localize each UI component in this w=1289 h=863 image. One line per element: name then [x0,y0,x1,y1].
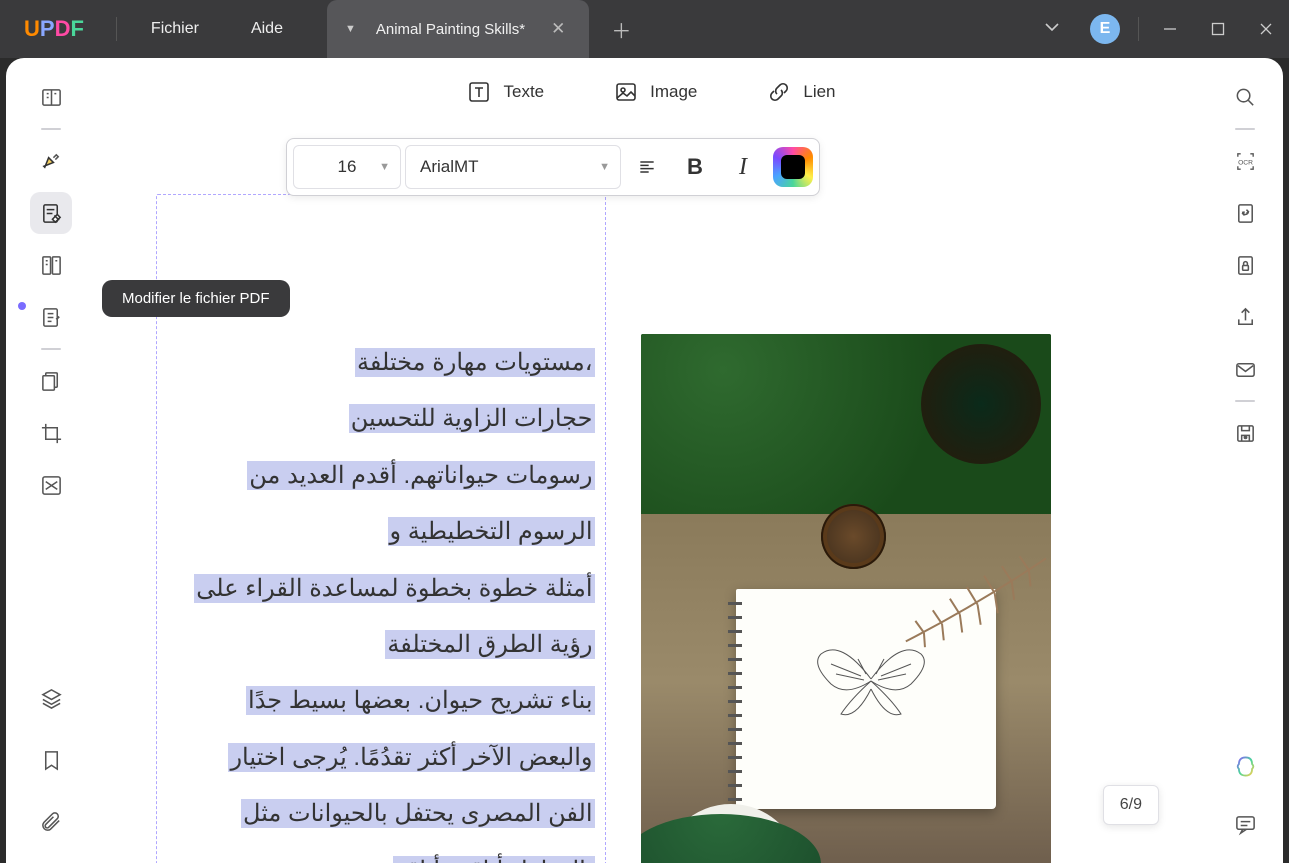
divider [116,17,117,41]
app-logo: UPDF [0,16,108,42]
window-controls [1147,0,1289,58]
italic-button[interactable]: I [721,145,765,189]
divider [41,128,61,130]
menu-help[interactable]: Aide [225,20,309,38]
text-line: بناء تشريح حيوان. بعضها بسيط جدًا [167,673,595,729]
edit-button[interactable] [30,192,72,234]
divider [41,348,61,350]
align-button[interactable] [625,145,669,189]
attachment-button[interactable] [30,801,72,843]
form-button[interactable] [30,296,72,338]
pot-decoration [641,814,821,863]
close-button[interactable] [1243,0,1289,58]
more-dropdown[interactable] [1024,19,1080,40]
protect-button[interactable] [1224,244,1266,286]
chevron-down-icon: ▼ [599,161,610,173]
organize-button[interactable] [30,244,72,286]
convert-icon [1234,202,1257,225]
pdf-page: ،مستويات مهارة مختلفة حجارات الزاوية للت… [156,194,1156,863]
share-icon [1234,306,1257,329]
mail-icon [1234,358,1257,381]
font-size-select[interactable]: 16 ▼ [293,145,401,189]
color-picker-button[interactable] [773,147,813,187]
tooltip: Modifier le fichier PDF [102,280,290,317]
document-image[interactable] [641,334,1051,863]
font-size-value: 16 [338,157,357,177]
spiral-binding [728,597,742,801]
svg-text:OCR: OCR [1238,159,1253,166]
lock-icon [1234,254,1257,277]
divider [1235,128,1255,130]
font-family-value: ArialMT [420,157,479,177]
text-format-toolbar: 16 ▼ ArialMT ▼ B I [286,138,820,196]
highlight-button[interactable] [30,140,72,182]
succulent-decoration [921,344,1041,464]
text-line: حجارات الزاوية للتحسين [167,391,595,447]
align-left-icon [637,157,657,177]
link-tool-label: Lien [803,82,835,102]
text-icon [467,80,491,104]
link-icon [767,80,791,104]
text-line: رسومات حيواناتهم. أقدم العديد من [167,448,595,504]
text-line: والبعض الآخر أكثر تقدُمًا. يُرجى اختيار [167,730,595,786]
edit-mode-toolbar: Texte Image Lien [96,58,1207,126]
left-sidebar: Modifier le fichier PDF [6,58,96,863]
titlebar: UPDF Fichier Aide ▼ Animal Painting Skil… [0,0,1289,58]
avatar[interactable]: E [1090,14,1120,44]
menu-file[interactable]: Fichier [125,20,225,38]
divider [1138,17,1139,41]
image-tool[interactable]: Image [614,80,697,104]
link-tool[interactable]: Lien [767,80,835,104]
email-button[interactable] [1224,348,1266,390]
chevron-down-icon: ▼ [379,161,390,173]
search-icon [1234,86,1257,109]
search-button[interactable] [1224,76,1266,118]
ai-button[interactable] [1224,745,1266,787]
text-line: .القطط بأناقة وأناقة [167,843,595,863]
reader-button[interactable] [30,76,72,118]
save-icon [1234,422,1257,445]
ocr-icon: OCR [1234,150,1257,173]
chevron-down-icon: ▼ [345,23,356,35]
editor-area: Texte Image Lien 16 ▼ ArialMT ▼ [96,58,1207,863]
text-tool[interactable]: Texte [467,80,544,104]
text-line: رؤية الطرق المختلفة [167,617,595,673]
close-icon[interactable]: ✕ [545,19,571,39]
pages-button[interactable] [30,360,72,402]
bold-button[interactable]: B [673,145,717,189]
active-indicator [18,302,26,310]
image-tool-label: Image [650,82,697,102]
convert-button[interactable] [1224,192,1266,234]
page-canvas[interactable]: ،مستويات مهارة مختلفة حجارات الزاوية للت… [96,126,1207,863]
new-tab-button[interactable]: ＋ [589,15,653,44]
text-tool-label: Texte [503,82,544,102]
minimize-button[interactable] [1147,0,1193,58]
divider [1235,400,1255,402]
crop-button[interactable] [30,412,72,454]
ocr-button[interactable]: OCR [1224,140,1266,182]
tab-title: Animal Painting Skills* [376,21,525,38]
layers-button[interactable] [30,677,72,719]
comment-icon [1234,813,1257,836]
text-line: أمثلة خطوة بخطوة لمساعدة القراء على [167,561,595,617]
font-family-select[interactable]: ArialMT ▼ [405,145,621,189]
right-sidebar: OCR [1207,58,1283,863]
text-line: الفن المصرى يحتفل بالحيوانات مثل [167,786,595,842]
bookmark-button[interactable] [30,739,72,781]
text-line: الرسوم التخطيطية و [167,504,595,560]
redact-button[interactable] [30,464,72,506]
document-tab[interactable]: ▼ Animal Painting Skills* ✕ [327,0,589,58]
text-line: ،مستويات مهارة مختلفة [167,335,595,391]
share-button[interactable] [1224,296,1266,338]
comment-button[interactable] [1224,803,1266,845]
save-button[interactable] [1224,412,1266,454]
image-icon [614,80,638,104]
ai-icon [1234,755,1257,778]
color-swatch [781,155,805,179]
pinecone-decoration [821,504,886,569]
maximize-button[interactable] [1195,0,1241,58]
page-indicator[interactable]: 6/9 [1103,785,1159,825]
